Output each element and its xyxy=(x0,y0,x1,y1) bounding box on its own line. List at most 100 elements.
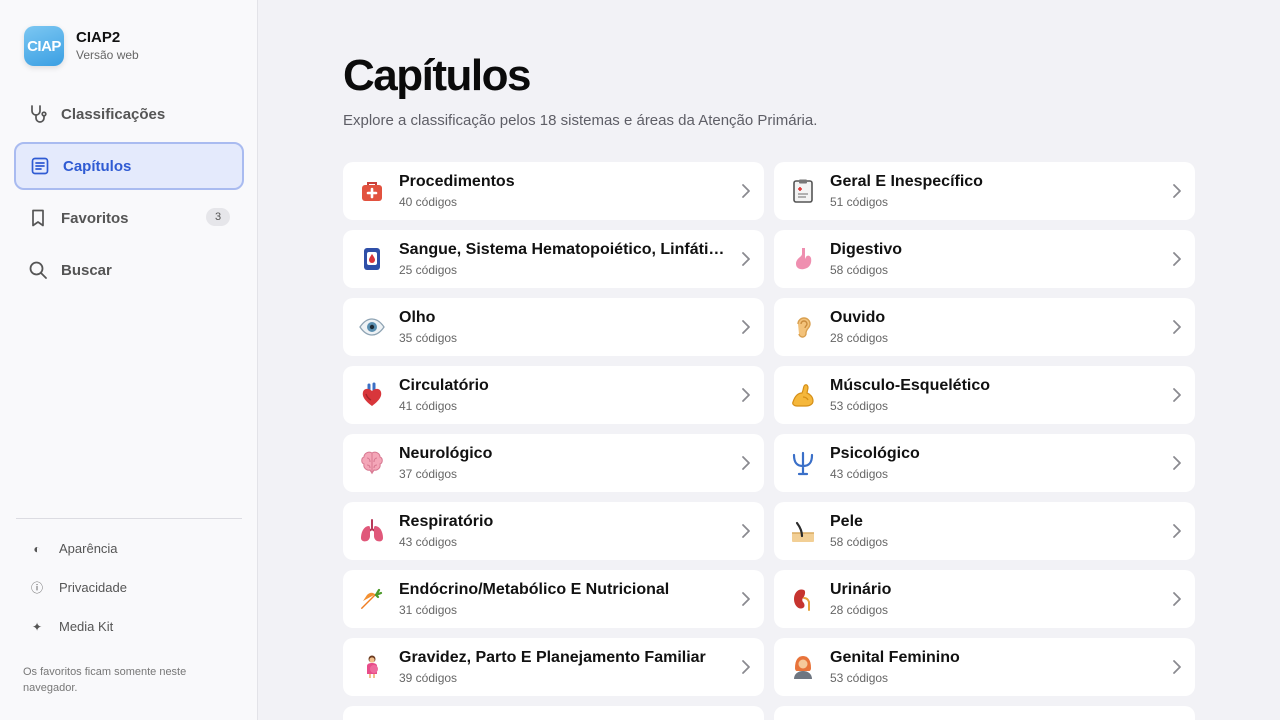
chapter-count: 58 códigos xyxy=(830,263,889,277)
chapter-name: Psicológico xyxy=(830,445,920,462)
chevron-right-icon xyxy=(742,388,750,402)
chevron-right-icon xyxy=(742,184,750,198)
sidebar-item-favoritos[interactable]: Favoritos 3 xyxy=(14,194,244,242)
chapter-name: Digestivo xyxy=(830,241,903,258)
chapter-card[interactable]: Músculo-Esquelético 53 códigos xyxy=(774,366,1195,424)
chapter-count: 25 códigos xyxy=(399,263,458,277)
page-title: Capítulos xyxy=(343,51,531,100)
chapter-name: Genital Feminino xyxy=(830,649,960,666)
sparkle-icon: ✦ xyxy=(31,620,43,634)
sidebar-nav: Classificações Capítulos Favoritos 3 Bus… xyxy=(14,90,244,298)
chevron-right-icon xyxy=(742,456,750,470)
lungs-icon xyxy=(359,518,385,544)
brain-icon xyxy=(359,450,385,476)
chapter-card[interactable]: Respiratório 43 códigos xyxy=(343,502,764,560)
sidebar-item-capitulos[interactable]: Capítulos xyxy=(14,142,244,190)
chapter-count: 40 códigos xyxy=(399,195,458,209)
first-aid-kit-icon xyxy=(359,178,385,204)
woman-icon xyxy=(790,654,816,680)
chevron-right-icon xyxy=(1173,592,1181,606)
chapter-card[interactable]: Gravidez, Parto E Planejamento Familiar … xyxy=(343,638,764,696)
chapter-name: Ouvido xyxy=(830,309,886,326)
chapter-name: Respiratório xyxy=(399,513,494,530)
favorites-note: Os favoritos ficam somente neste navegad… xyxy=(23,666,187,694)
chapter-card[interactable]: Ouvido 28 códigos xyxy=(774,298,1195,356)
chapter-name: Músculo-Esquelético xyxy=(830,377,991,394)
stomach-icon xyxy=(790,246,816,272)
chapter-count: 41 códigos xyxy=(399,399,458,413)
chapter-count: 58 códigos xyxy=(830,535,889,549)
app-logo: CIAP xyxy=(24,26,64,66)
contrast-icon: ◐ xyxy=(33,542,41,556)
brand[interactable]: CIAP CIAP2 Versão web xyxy=(24,26,139,66)
chevron-right-icon xyxy=(742,320,750,334)
chapter-card[interactable]: Sangue, Sistema Hematopoiético, Linfátic… xyxy=(343,230,764,288)
chapter-card[interactable]: Procedimentos 40 códigos xyxy=(343,162,764,220)
chevron-right-icon xyxy=(1173,660,1181,674)
chapter-count: 53 códigos xyxy=(830,671,889,685)
chevron-right-icon xyxy=(742,592,750,606)
chapter-count: 43 códigos xyxy=(830,467,889,481)
chapter-card[interactable]: Olho 35 códigos xyxy=(343,298,764,356)
sidebar-divider xyxy=(16,518,242,519)
chapter-card[interactable]: Neurológico 37 códigos xyxy=(343,434,764,492)
sidebar-item-label: Capítulos xyxy=(63,157,132,175)
sidebar-item-label: Buscar xyxy=(61,261,112,279)
chevron-right-icon xyxy=(742,524,750,538)
chapter-name: Neurológico xyxy=(399,445,493,462)
chapter-card[interactable]: Psicológico 43 códigos xyxy=(774,434,1195,492)
chapter-grid: Procedimentos 40 códigos Geral E Inespec… xyxy=(343,162,1195,720)
chevron-right-icon xyxy=(1173,184,1181,198)
chapter-card[interactable]: Endócrino/Metabólico E Nutricional 31 có… xyxy=(343,570,764,628)
privacy-link[interactable]: ⓘ Privacidade xyxy=(30,580,127,619)
app-title: CIAP2 xyxy=(76,29,121,46)
chapter-name: Circulatório xyxy=(399,377,489,394)
chapter-card[interactable]: Urinário 28 códigos xyxy=(774,570,1195,628)
chapter-count: 28 códigos xyxy=(830,331,889,345)
chevron-right-icon xyxy=(1173,524,1181,538)
list-document-icon xyxy=(30,156,50,176)
pregnant-woman-icon xyxy=(359,654,385,680)
chapter-card[interactable]: Pele 58 códigos xyxy=(774,502,1195,560)
chapter-count: 35 códigos xyxy=(399,331,458,345)
chapter-count: 37 códigos xyxy=(399,467,458,481)
page-subtitle: Explore a classificação pelos 18 sistema… xyxy=(343,112,818,129)
blood-bag-icon xyxy=(359,246,385,272)
chapter-card[interactable] xyxy=(774,706,1195,720)
flexed-arm-icon xyxy=(790,382,816,408)
sidebar-item-classificacoes[interactable]: Classificações xyxy=(14,90,244,138)
chapter-card[interactable]: Circulatório 41 códigos xyxy=(343,366,764,424)
chapter-name: Geral E Inespecífico xyxy=(830,173,983,190)
chapter-card[interactable]: Digestivo 58 códigos xyxy=(774,230,1195,288)
ear-icon xyxy=(790,314,816,340)
chevron-right-icon xyxy=(1173,456,1181,470)
heart-icon xyxy=(359,382,385,408)
chapter-name: Gravidez, Parto E Planejamento Familiar xyxy=(399,649,706,666)
chapter-name: Sangue, Sistema Hematopoiético, Linfátic… xyxy=(399,241,726,258)
chapter-count: 31 códigos xyxy=(399,603,458,617)
media-kit-link[interactable]: ✦ Media Kit xyxy=(30,619,127,658)
chevron-right-icon xyxy=(1173,320,1181,334)
chapter-card[interactable] xyxy=(343,706,764,720)
chapter-count: 43 códigos xyxy=(399,535,458,549)
chapter-count: 53 códigos xyxy=(830,399,889,413)
chevron-right-icon xyxy=(1173,388,1181,402)
chapter-count: 39 códigos xyxy=(399,671,458,685)
chapter-name: Pele xyxy=(830,513,863,530)
chapter-name: Endócrino/Metabólico E Nutricional xyxy=(399,581,670,598)
sidebar-item-label: Favoritos xyxy=(61,209,129,227)
chapter-card[interactable]: Geral E Inespecífico 51 códigos xyxy=(774,162,1195,220)
chapter-card[interactable]: Genital Feminino 53 códigos xyxy=(774,638,1195,696)
info-icon: ⓘ xyxy=(30,581,43,595)
chapter-name: Olho xyxy=(399,309,436,326)
sidebar-item-buscar[interactable]: Buscar xyxy=(14,246,244,294)
chevron-right-icon xyxy=(742,252,750,266)
carrot-icon xyxy=(359,586,385,612)
sidebar-footer-links: ◐ Aparência ⓘ Privacidade ✦ Media Kit xyxy=(30,541,127,658)
kidney-icon xyxy=(790,586,816,612)
chapter-count: 51 códigos xyxy=(830,195,889,209)
sidebar-item-label: Classificações xyxy=(61,105,166,123)
appearance-link[interactable]: ◐ Aparência xyxy=(30,541,127,580)
eye-icon xyxy=(359,314,385,340)
skin-hair-icon xyxy=(790,518,816,544)
